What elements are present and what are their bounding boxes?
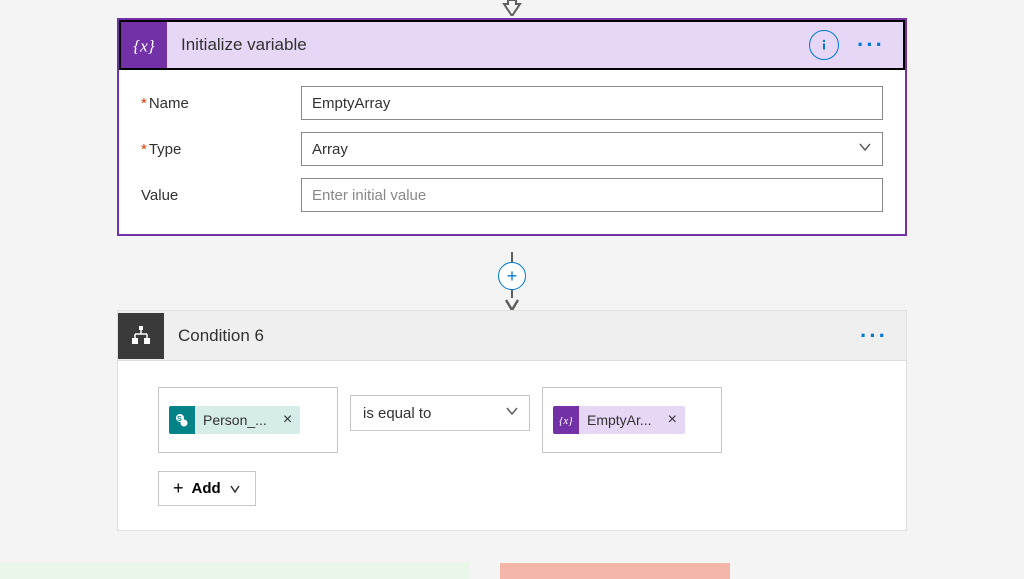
type-value: Array (312, 141, 348, 158)
token-label: EmptyAr... (579, 412, 660, 428)
sharepoint-icon: S (169, 406, 195, 434)
type-label: *Type (141, 141, 301, 158)
type-select[interactable]: Array (301, 132, 883, 166)
value-input[interactable]: Enter initial value (301, 178, 883, 212)
name-label: *Name (141, 95, 301, 112)
add-step-button[interactable]: + (498, 262, 526, 290)
step-title: Condition 6 (164, 326, 852, 346)
value-label: Value (141, 187, 301, 204)
more-actions-button[interactable]: ··· (852, 323, 896, 349)
name-input[interactable]: EmptyArray (301, 86, 883, 120)
condition-right-operand[interactable]: {x} EmptyAr... × (542, 387, 722, 453)
condition-operator-select[interactable]: is equal to (350, 395, 530, 431)
condition-step[interactable]: Condition 6 ··· S Person_... × is equal … (117, 310, 907, 531)
yes-branch-indicator (0, 563, 470, 579)
more-actions-button[interactable]: ··· (849, 32, 893, 58)
token-label: Person_... (195, 412, 275, 428)
svg-text:S: S (177, 416, 182, 423)
add-condition-button[interactable]: + Add (158, 471, 256, 506)
step-header[interactable]: Condition 6 ··· (118, 311, 906, 361)
add-step-connector: + (498, 252, 526, 312)
no-branch-indicator (500, 563, 730, 579)
operator-label: is equal to (363, 405, 431, 422)
condition-left-operand[interactable]: S Person_... × (158, 387, 338, 453)
step-title: Initialize variable (167, 35, 809, 55)
svg-text:{x}: {x} (133, 37, 155, 56)
remove-token-button[interactable]: × (660, 411, 685, 429)
initialize-variable-step[interactable]: {x} Initialize variable ··· *Name EmptyA… (117, 18, 907, 236)
remove-token-button[interactable]: × (275, 411, 300, 429)
chevron-down-icon (229, 483, 241, 495)
info-button[interactable] (809, 30, 839, 60)
plus-icon: + (173, 478, 184, 499)
add-label: Add (192, 480, 221, 497)
variable-icon: {x} (553, 406, 579, 434)
incoming-connector (502, 0, 522, 16)
chevron-down-icon (858, 140, 872, 158)
chevron-down-icon (505, 404, 519, 422)
variable-token[interactable]: {x} EmptyAr... × (553, 406, 685, 434)
variable-icon: {x} (121, 22, 167, 68)
svg-text:{x}: {x} (559, 415, 573, 427)
branch-indicator (0, 563, 1024, 579)
sharepoint-token[interactable]: S Person_... × (169, 406, 300, 434)
condition-icon (118, 313, 164, 359)
step-header[interactable]: {x} Initialize variable ··· (119, 20, 905, 70)
